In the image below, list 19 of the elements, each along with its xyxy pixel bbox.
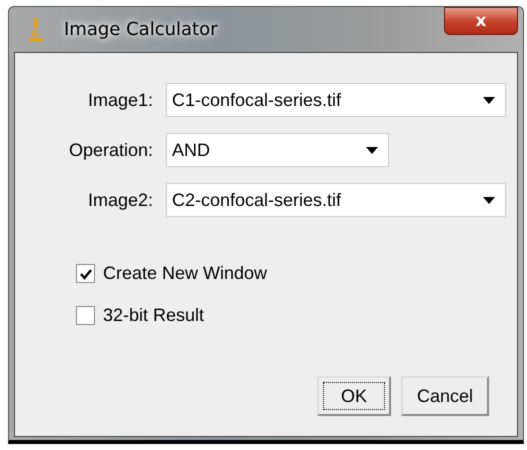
checkbox-label: 32-bit Result — [103, 305, 204, 326]
caret-icon — [483, 96, 495, 104]
caret-icon — [366, 146, 378, 154]
close-button[interactable]: x — [444, 7, 518, 35]
field-label: Image1: — [86, 90, 153, 110]
checkbox[interactable] — [76, 264, 95, 283]
caret-icon — [483, 196, 495, 204]
window-title: Image Calculator — [64, 19, 218, 40]
checkmark-icon — [80, 268, 92, 280]
cancel-button[interactable]: Cancel — [400, 376, 489, 416]
checkbox[interactable] — [76, 306, 95, 325]
microscope-icon — [28, 16, 44, 42]
checkbox-label: Create New Window — [103, 263, 268, 284]
dropdown[interactable]: AND — [166, 133, 389, 167]
dropdown[interactable]: C2-confocal-series.tif — [166, 183, 506, 217]
field-label: Image2: — [86, 190, 153, 210]
field-label: Operation: — [68, 140, 153, 160]
dropdown[interactable]: C1-confocal-series.tif — [166, 83, 506, 117]
ok-button[interactable]: OK — [316, 376, 391, 416]
